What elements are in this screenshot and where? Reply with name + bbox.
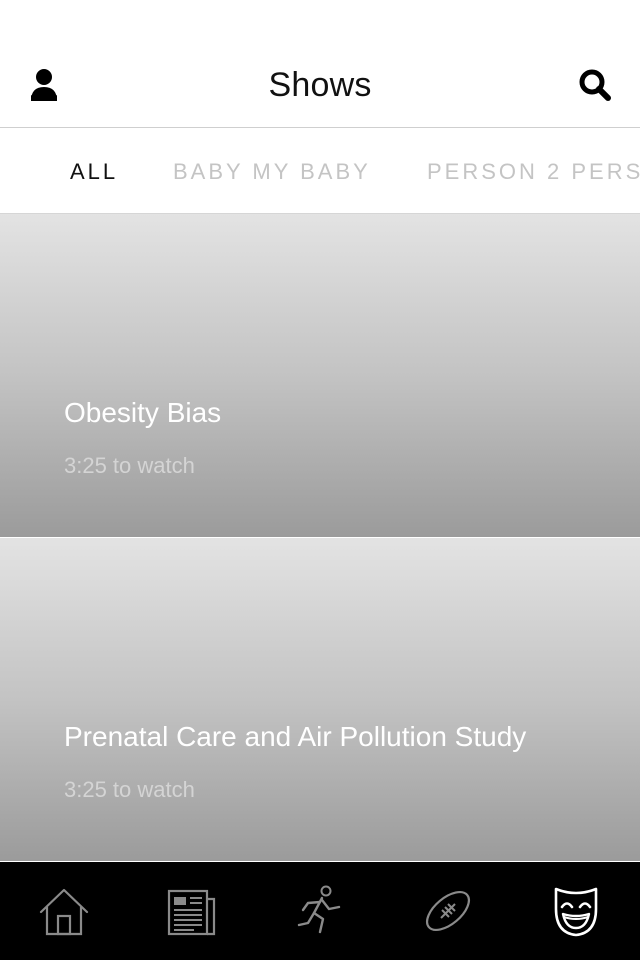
show-duration: 3:25 to watch: [64, 453, 195, 478]
newspaper-icon: [167, 889, 216, 936]
app-screen: Shows ALL BABY MY BABY PERSON 2 PERSON O…: [0, 0, 640, 960]
tab-activity[interactable]: [256, 862, 384, 960]
home-icon: [39, 888, 89, 936]
tab-shows[interactable]: [512, 862, 640, 960]
show-card[interactable]: Obesity Bias 3:25 to watch: [0, 214, 640, 537]
filter-tab-baby-my-baby[interactable]: BABY MY BABY: [173, 159, 371, 185]
navigation-bar: Shows: [0, 40, 640, 128]
filter-tab-person-2-person[interactable]: PERSON 2 PERSON: [427, 159, 640, 185]
theater-mask-icon: [554, 887, 598, 937]
show-title: Obesity Bias: [64, 397, 222, 428]
tab-home[interactable]: [0, 862, 128, 960]
tab-news[interactable]: [128, 862, 256, 960]
show-duration: 3:25 to watch: [64, 777, 195, 802]
search-button[interactable]: [577, 68, 613, 104]
show-title: Prenatal Care and Air Pollution Study: [64, 721, 527, 752]
bottom-tab-bar: [0, 862, 640, 960]
filter-tab-all[interactable]: ALL: [70, 159, 118, 185]
football-icon: [426, 890, 470, 932]
tab-sports[interactable]: [384, 862, 512, 960]
search-icon: [579, 69, 611, 101]
status-bar: [0, 0, 640, 40]
show-card[interactable]: Prenatal Care and Air Pollution Study 3:…: [0, 538, 640, 861]
running-icon: [297, 885, 341, 934]
category-filter-bar: ALL BABY MY BABY PERSON 2 PERSON: [0, 128, 640, 214]
page-title: Shows: [268, 66, 372, 104]
